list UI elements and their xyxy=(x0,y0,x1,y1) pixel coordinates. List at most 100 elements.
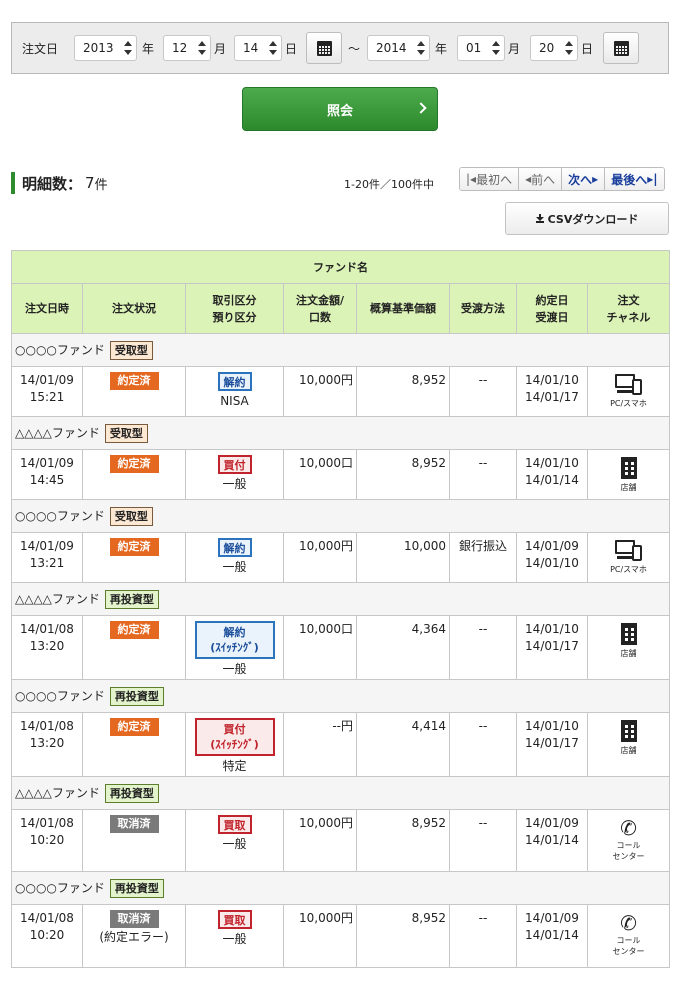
phone-icon: ✆ xyxy=(620,816,637,840)
payment-method: -- xyxy=(478,373,488,387)
channel-label: 店舗 xyxy=(620,746,637,755)
order-channel: 店舗 xyxy=(588,718,669,756)
table-row: 14/01/08 10:20 取消済 (約定エラー) 買取 一般 10,000円 8,952 -… xyxy=(11,904,670,968)
fund-type-badge: 再投資型 xyxy=(109,686,164,706)
order-date: 14/01/08 xyxy=(20,719,74,733)
col-price: 概算基準価額 xyxy=(356,283,450,334)
settle-date: 14/01/14 xyxy=(525,473,579,487)
channel-label: コール xyxy=(616,936,641,945)
order-date: 14/01/09 xyxy=(20,373,74,387)
search-button-label: 照会 xyxy=(326,103,353,119)
fund-row: △△△△ファンド 再投資型 xyxy=(11,582,670,616)
order-date: 14/01/09 xyxy=(20,539,74,553)
fund-name: △△△△ファンド xyxy=(15,785,100,800)
month-unit: 月 xyxy=(508,42,521,56)
order-time: 13:20 xyxy=(29,736,65,750)
select-arrow-icon xyxy=(565,40,574,56)
pager-first[interactable]: |◂ 最初へ xyxy=(460,168,520,190)
col-payment: 受渡方法 xyxy=(449,283,517,334)
from-year-select[interactable]: 2013 xyxy=(74,35,137,61)
fund-name: ○○○○ファンド xyxy=(15,688,105,703)
trade-type-badge: 買付 (ｽｲｯﾁﾝｸﾞ) xyxy=(194,718,275,756)
status-badge: 取消済 xyxy=(109,910,159,928)
order-channel: ✆ コール センター xyxy=(588,815,669,862)
status-badge: 約定済 xyxy=(109,455,159,473)
pager-last[interactable]: 最後へ ▸| xyxy=(605,168,664,190)
payment-method: -- xyxy=(478,622,488,636)
csv-download-button[interactable]: CSVダウンロード xyxy=(505,202,669,235)
to-month-select[interactable]: 01 xyxy=(457,35,505,61)
to-day-select[interactable]: 20 xyxy=(530,35,578,61)
from-month-select[interactable]: 12 xyxy=(163,35,211,61)
count-unit: 件 xyxy=(94,177,108,193)
pager-next[interactable]: 次へ ▸ xyxy=(562,168,606,190)
nav-price: 8,952 xyxy=(411,911,446,925)
select-arrow-icon xyxy=(417,40,426,56)
order-time: 15:21 xyxy=(29,390,65,404)
fund-type-badge: 受取型 xyxy=(109,340,153,360)
col-status: 注文状況 xyxy=(82,283,186,334)
order-channel: ✆ コール センター xyxy=(588,910,669,957)
table-row: 14/01/08 13:20 約定済 買付 (ｽｲｯﾁﾝｸﾞ) 特定 --円 4,414 -- 1… xyxy=(11,712,670,777)
payment-method: -- xyxy=(478,816,488,830)
channel-label: 店舗 xyxy=(620,483,637,492)
fund-name: ○○○○ファンド xyxy=(15,342,105,357)
order-channel: PC/スマホ xyxy=(588,372,669,409)
to-year-select[interactable]: 2014 xyxy=(367,35,430,61)
to-day-value: 20 xyxy=(539,41,555,55)
order-date: 14/01/08 xyxy=(20,911,74,925)
year-unit: 年 xyxy=(435,42,448,56)
exec-date: 14/01/09 xyxy=(525,816,579,830)
status-note: (約定エラー) xyxy=(99,930,169,944)
count-value: 7 xyxy=(85,174,95,192)
account-type: 一般 xyxy=(222,560,247,574)
order-date: 14/01/08 xyxy=(20,816,74,830)
account-type: 一般 xyxy=(222,477,247,491)
exec-date: 14/01/10 xyxy=(525,373,579,387)
order-date: 14/01/08 xyxy=(20,622,74,636)
select-arrow-icon xyxy=(124,40,133,56)
payment-method: 銀行振込 xyxy=(458,539,507,553)
payment-method: -- xyxy=(478,456,488,470)
channel-label-2: センター xyxy=(612,852,645,861)
trade-type-badge: 買取 xyxy=(217,815,252,834)
from-day-select[interactable]: 14 xyxy=(234,35,282,61)
nav-price: 8,952 xyxy=(411,816,446,830)
pc-smartphone-icon xyxy=(614,374,643,396)
table-row: 14/01/08 13:20 約定済 解約 (ｽｲｯﾁﾝｸﾞ) 一般 10,000口 4,36… xyxy=(11,615,670,680)
status-badge: 約定済 xyxy=(109,372,159,390)
fund-name-header: ファンド名 xyxy=(11,250,670,284)
fund-row: △△△△ファンド 受取型 xyxy=(11,416,670,450)
exec-date: 14/01/10 xyxy=(525,456,579,470)
nav-price: 8,952 xyxy=(411,373,446,387)
pager-prev[interactable]: ◂ 前へ xyxy=(519,168,563,190)
order-amount: 10,000口 xyxy=(299,456,353,470)
payment-method: -- xyxy=(478,911,488,925)
select-arrow-icon xyxy=(492,40,501,56)
fund-row: △△△△ファンド 再投資型 xyxy=(11,776,670,810)
exec-date: 14/01/09 xyxy=(525,539,579,553)
nav-price: 10,000 xyxy=(404,539,446,553)
orders-table: ファンド名 注文日時 注文状況 取引区分 預り区分 注文金額/口数 概算基準価額 … xyxy=(11,250,670,968)
fund-name: △△△△ファンド xyxy=(15,591,100,606)
col-dates: 約定日 受渡日 xyxy=(516,283,588,334)
order-amount: 10,000円 xyxy=(299,373,353,387)
table-row: 14/01/08 10:20 取消済 買取 一般 10,000円 8,952 -- 14/01/… xyxy=(11,809,670,872)
count-label: 明細数： xyxy=(22,174,83,193)
order-date-label: 注文日 xyxy=(22,42,59,56)
fund-type-badge: 受取型 xyxy=(109,506,153,526)
settle-date: 14/01/10 xyxy=(525,556,579,570)
from-calendar-button[interactable] xyxy=(306,32,342,64)
month-unit: 月 xyxy=(214,42,227,56)
order-channel: PC/スマホ xyxy=(588,538,669,575)
date-filter: 注文日 2013 年 12 月 14 日 ～ 2014 年 01 月 20 日 xyxy=(11,22,669,74)
to-month-value: 01 xyxy=(466,41,482,55)
settle-date: 14/01/17 xyxy=(525,736,579,750)
exec-date: 14/01/09 xyxy=(525,911,579,925)
status-badge: 約定済 xyxy=(109,718,159,736)
account-type: 一般 xyxy=(222,932,247,946)
to-calendar-button[interactable] xyxy=(603,32,639,64)
search-button[interactable]: 照会 xyxy=(242,87,438,131)
range-text: 1-20件／100件中 xyxy=(344,178,434,191)
account-type: NISA xyxy=(220,394,249,408)
